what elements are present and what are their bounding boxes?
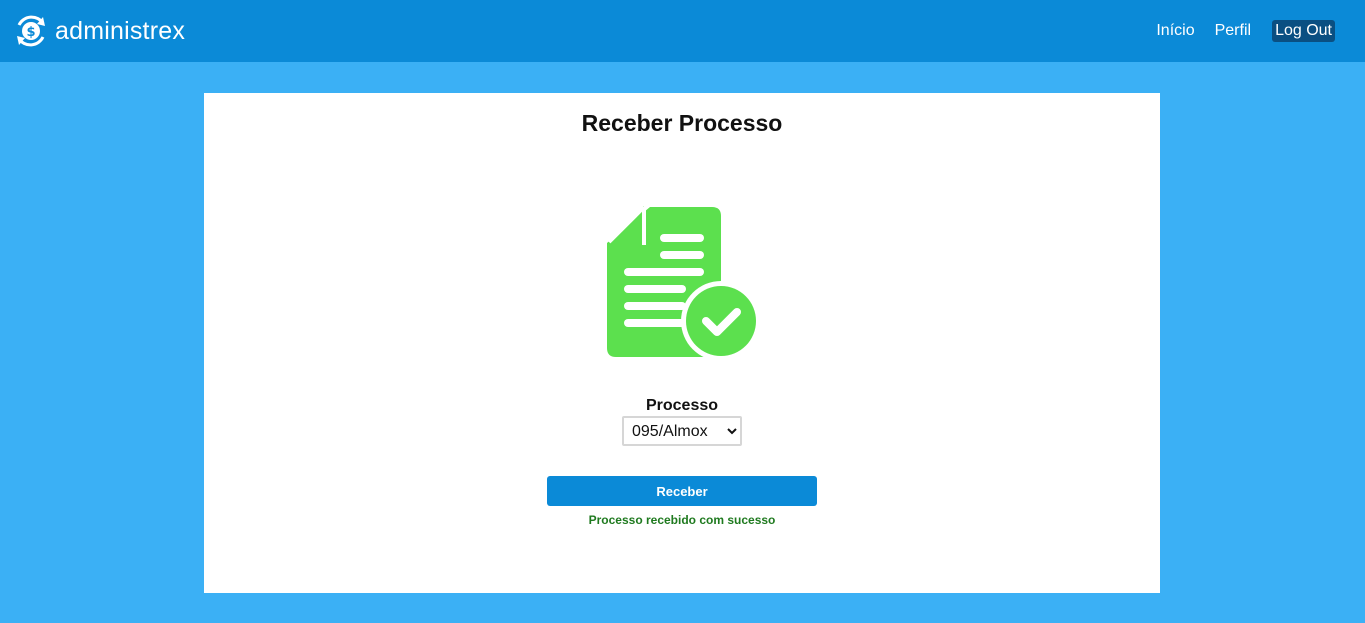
status-message: Processo recebido com sucesso: [588, 513, 776, 527]
nav-link-perfil[interactable]: Perfil: [1215, 22, 1251, 40]
top-navbar: $ administrex Início Perfil Log Out: [0, 0, 1365, 62]
document-check-icon: [607, 205, 761, 361]
receive-process-card: Receber Processo Processo 095/Almox Rece…: [204, 93, 1160, 593]
svg-text:$: $: [26, 25, 35, 40]
processo-label: Processo: [645, 397, 719, 414]
processo-select-wrapper: 095/Almox: [622, 416, 742, 446]
main-nav: Início Perfil Log Out: [1156, 20, 1335, 42]
brand-name: administrex: [55, 16, 186, 45]
brand[interactable]: $ administrex: [13, 13, 185, 49]
processo-select[interactable]: 095/Almox: [622, 416, 742, 446]
page-title: Receber Processo: [581, 110, 783, 136]
dollar-cycle-icon: $: [17, 15, 45, 47]
nav-link-inicio[interactable]: Início: [1156, 22, 1194, 40]
receber-button[interactable]: Receber: [547, 476, 817, 506]
logout-button[interactable]: Log Out: [1272, 20, 1335, 42]
